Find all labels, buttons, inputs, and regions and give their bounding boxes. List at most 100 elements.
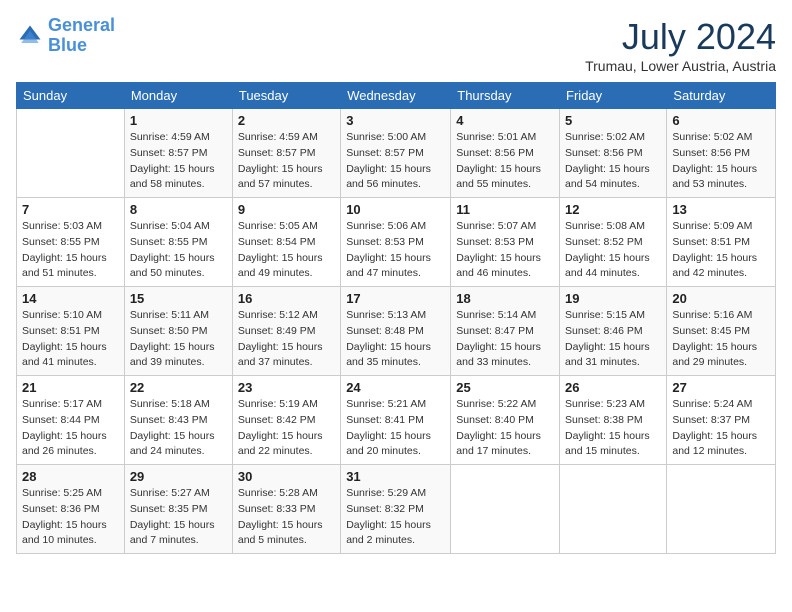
logo-icon — [16, 22, 44, 50]
day-info: Sunrise: 5:28 AM Sunset: 8:33 PM Dayligh… — [238, 486, 335, 549]
day-info: Sunrise: 5:14 AM Sunset: 8:47 PM Dayligh… — [456, 308, 554, 371]
calendar-day-cell: 1 Sunrise: 4:59 AM Sunset: 8:57 PM Daylig… — [124, 109, 232, 198]
day-number: 16 — [238, 291, 335, 306]
day-info: Sunrise: 4:59 AM Sunset: 8:57 PM Dayligh… — [238, 130, 335, 193]
day-number: 27 — [672, 380, 770, 395]
day-of-week-header: Monday — [124, 83, 232, 109]
calendar-day-cell: 28 Sunrise: 5:25 AM Sunset: 8:36 PM Dayli… — [17, 465, 125, 554]
location: Trumau, Lower Austria, Austria — [585, 58, 776, 74]
calendar-day-cell: 10 Sunrise: 5:06 AM Sunset: 8:53 PM Dayli… — [341, 198, 451, 287]
day-info: Sunrise: 5:04 AM Sunset: 8:55 PM Dayligh… — [130, 219, 227, 282]
day-info: Sunrise: 5:21 AM Sunset: 8:41 PM Dayligh… — [346, 397, 445, 460]
calendar-day-cell: 8 Sunrise: 5:04 AM Sunset: 8:55 PM Daylig… — [124, 198, 232, 287]
calendar-day-cell: 16Sunrise: 5:12 AM Sunset: 8:49 PM Dayli… — [232, 287, 340, 376]
day-of-week-header: Wednesday — [341, 83, 451, 109]
day-number: 25 — [456, 380, 554, 395]
day-of-week-header: Sunday — [17, 83, 125, 109]
day-number: 26 — [565, 380, 661, 395]
day-info: Sunrise: 5:24 AM Sunset: 8:37 PM Dayligh… — [672, 397, 770, 460]
calendar-day-cell: 6Sunrise: 5:02 AM Sunset: 8:56 PM Daylig… — [667, 109, 776, 198]
calendar-day-cell: 17 Sunrise: 5:13 AM Sunset: 8:48 PM Dayli… — [341, 287, 451, 376]
calendar-day-cell: 12 Sunrise: 5:08 AM Sunset: 8:52 PM Dayli… — [560, 198, 667, 287]
calendar-day-cell: 18 Sunrise: 5:14 AM Sunset: 8:47 PM Dayli… — [451, 287, 560, 376]
calendar-week-row: 14 Sunrise: 5:10 AM Sunset: 8:51 PM Dayli… — [17, 287, 776, 376]
calendar-day-cell: 19 Sunrise: 5:15 AM Sunset: 8:46 PM Dayli… — [560, 287, 667, 376]
calendar-day-cell: 31Sunrise: 5:29 AM Sunset: 8:32 PM Dayli… — [341, 465, 451, 554]
calendar-day-cell: 20 Sunrise: 5:16 AM Sunset: 8:45 PM Dayli… — [667, 287, 776, 376]
calendar-day-cell — [17, 109, 125, 198]
day-info: Sunrise: 5:07 AM Sunset: 8:53 PM Dayligh… — [456, 219, 554, 282]
day-info: Sunrise: 5:00 AM Sunset: 8:57 PM Dayligh… — [346, 130, 445, 193]
day-info: Sunrise: 5:01 AM Sunset: 8:56 PM Dayligh… — [456, 130, 554, 193]
calendar-day-cell: 26 Sunrise: 5:23 AM Sunset: 8:38 PM Dayli… — [560, 376, 667, 465]
day-number: 23 — [238, 380, 335, 395]
day-info: Sunrise: 5:02 AM Sunset: 8:56 PM Dayligh… — [565, 130, 661, 193]
day-number: 1 — [130, 113, 227, 128]
day-info: Sunrise: 4:59 AM Sunset: 8:57 PM Dayligh… — [130, 130, 227, 193]
day-number: 28 — [22, 469, 119, 484]
day-number: 7 — [22, 202, 119, 217]
logo-general: General — [48, 15, 115, 35]
day-number: 30 — [238, 469, 335, 484]
day-info: Sunrise: 5:16 AM Sunset: 8:45 PM Dayligh… — [672, 308, 770, 371]
day-number: 22 — [130, 380, 227, 395]
calendar-day-cell: 7 Sunrise: 5:03 AM Sunset: 8:55 PM Daylig… — [17, 198, 125, 287]
calendar-day-cell: 15 Sunrise: 5:11 AM Sunset: 8:50 PM Dayli… — [124, 287, 232, 376]
day-info: Sunrise: 5:19 AM Sunset: 8:42 PM Dayligh… — [238, 397, 335, 460]
day-of-week-header: Thursday — [451, 83, 560, 109]
calendar-week-row: 7 Sunrise: 5:03 AM Sunset: 8:55 PM Daylig… — [17, 198, 776, 287]
day-info: Sunrise: 5:11 AM Sunset: 8:50 PM Dayligh… — [130, 308, 227, 371]
calendar-day-cell: 11Sunrise: 5:07 AM Sunset: 8:53 PM Dayli… — [451, 198, 560, 287]
day-number: 24 — [346, 380, 445, 395]
day-number: 2 — [238, 113, 335, 128]
calendar-day-cell: 13 Sunrise: 5:09 AM Sunset: 8:51 PM Dayli… — [667, 198, 776, 287]
calendar-day-cell: 21Sunrise: 5:17 AM Sunset: 8:44 PM Dayli… — [17, 376, 125, 465]
day-number: 10 — [346, 202, 445, 217]
day-info: Sunrise: 5:25 AM Sunset: 8:36 PM Dayligh… — [22, 486, 119, 549]
day-number: 13 — [672, 202, 770, 217]
day-number: 12 — [565, 202, 661, 217]
day-number: 19 — [565, 291, 661, 306]
day-info: Sunrise: 5:13 AM Sunset: 8:48 PM Dayligh… — [346, 308, 445, 371]
day-number: 6 — [672, 113, 770, 128]
day-number: 3 — [346, 113, 445, 128]
day-number: 18 — [456, 291, 554, 306]
day-info: Sunrise: 5:09 AM Sunset: 8:51 PM Dayligh… — [672, 219, 770, 282]
day-number: 5 — [565, 113, 661, 128]
page-header: General Blue July 2024 Trumau, Lower Aus… — [16, 16, 776, 74]
day-number: 9 — [238, 202, 335, 217]
calendar-day-cell: 30 Sunrise: 5:28 AM Sunset: 8:33 PM Dayli… — [232, 465, 340, 554]
day-info: Sunrise: 5:18 AM Sunset: 8:43 PM Dayligh… — [130, 397, 227, 460]
day-number: 17 — [346, 291, 445, 306]
day-info: Sunrise: 5:03 AM Sunset: 8:55 PM Dayligh… — [22, 219, 119, 282]
calendar-day-cell: 14 Sunrise: 5:10 AM Sunset: 8:51 PM Dayli… — [17, 287, 125, 376]
day-of-week-header: Friday — [560, 83, 667, 109]
calendar-table: SundayMondayTuesdayWednesdayThursdayFrid… — [16, 82, 776, 554]
day-number: 14 — [22, 291, 119, 306]
calendar-day-cell — [560, 465, 667, 554]
calendar-day-cell: 29Sunrise: 5:27 AM Sunset: 8:35 PM Dayli… — [124, 465, 232, 554]
day-info: Sunrise: 5:15 AM Sunset: 8:46 PM Dayligh… — [565, 308, 661, 371]
calendar-day-cell — [451, 465, 560, 554]
day-number: 15 — [130, 291, 227, 306]
day-of-week-header: Tuesday — [232, 83, 340, 109]
logo: General Blue — [16, 16, 115, 56]
calendar-day-cell: 25 Sunrise: 5:22 AM Sunset: 8:40 PM Dayli… — [451, 376, 560, 465]
calendar-day-cell: 4Sunrise: 5:01 AM Sunset: 8:56 PM Daylig… — [451, 109, 560, 198]
day-info: Sunrise: 5:22 AM Sunset: 8:40 PM Dayligh… — [456, 397, 554, 460]
day-number: 20 — [672, 291, 770, 306]
day-info: Sunrise: 5:08 AM Sunset: 8:52 PM Dayligh… — [565, 219, 661, 282]
logo-blue: Blue — [48, 35, 87, 55]
day-info: Sunrise: 5:23 AM Sunset: 8:38 PM Dayligh… — [565, 397, 661, 460]
day-info: Sunrise: 5:06 AM Sunset: 8:53 PM Dayligh… — [346, 219, 445, 282]
calendar-day-cell — [667, 465, 776, 554]
calendar-week-row: 21Sunrise: 5:17 AM Sunset: 8:44 PM Dayli… — [17, 376, 776, 465]
calendar-day-cell: 9Sunrise: 5:05 AM Sunset: 8:54 PM Daylig… — [232, 198, 340, 287]
calendar-day-cell: 5 Sunrise: 5:02 AM Sunset: 8:56 PM Daylig… — [560, 109, 667, 198]
day-number: 8 — [130, 202, 227, 217]
calendar-day-cell: 27 Sunrise: 5:24 AM Sunset: 8:37 PM Dayli… — [667, 376, 776, 465]
day-info: Sunrise: 5:27 AM Sunset: 8:35 PM Dayligh… — [130, 486, 227, 549]
day-info: Sunrise: 5:10 AM Sunset: 8:51 PM Dayligh… — [22, 308, 119, 371]
day-number: 31 — [346, 469, 445, 484]
calendar-day-cell: 3 Sunrise: 5:00 AM Sunset: 8:57 PM Daylig… — [341, 109, 451, 198]
